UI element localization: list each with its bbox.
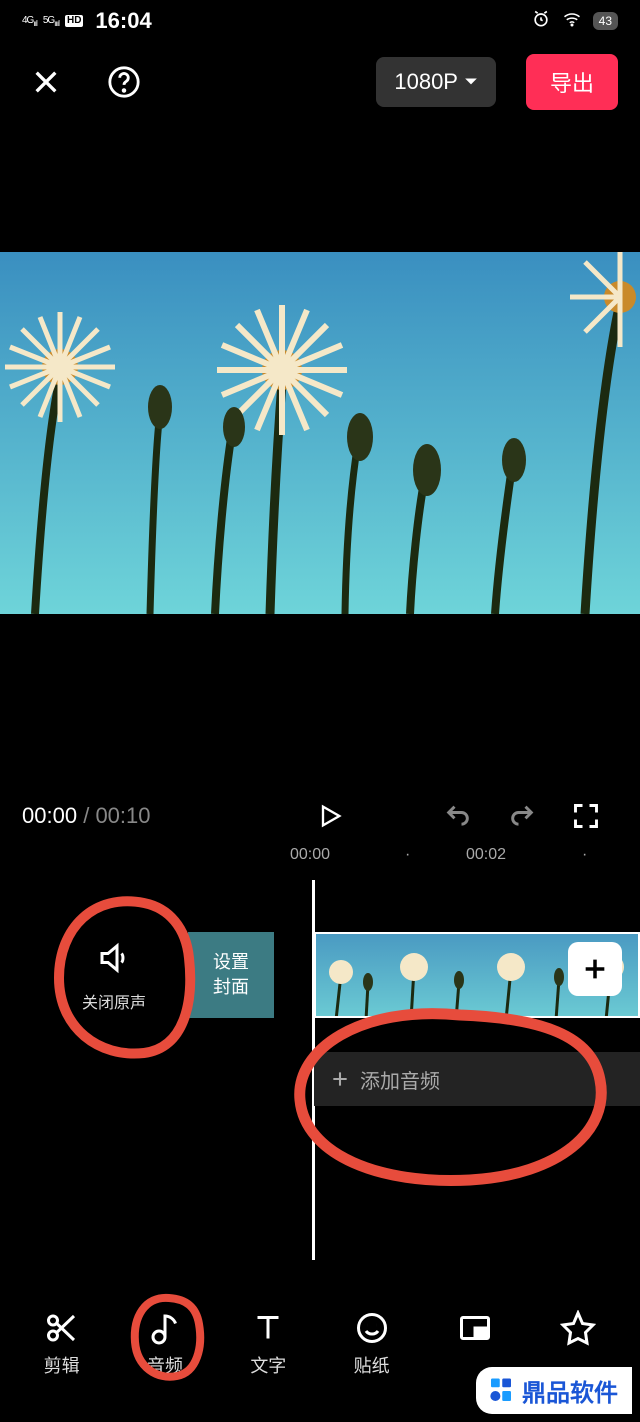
mute-original-sound-button[interactable]: 关闭原声 (74, 940, 154, 1013)
chevron-down-icon (464, 77, 478, 87)
alarm-icon (531, 9, 551, 34)
set-cover-button[interactable]: 设置 封面 (188, 932, 274, 1018)
plus-icon (581, 955, 609, 983)
network-4g: 4Gııl (22, 15, 37, 28)
status-bar: 4Gııl 5Gıııl HD 16:04 43 (0, 0, 640, 42)
sticker-icon (354, 1310, 390, 1346)
video-preview[interactable] (0, 252, 640, 614)
export-button[interactable]: 导出 (526, 54, 618, 110)
tool-audio[interactable]: 音频 (121, 1310, 209, 1378)
fullscreen-button[interactable] (560, 790, 612, 842)
hd-indicator: HD (65, 15, 83, 27)
music-note-icon (147, 1310, 183, 1346)
time-display: 00:00 / 00:10 (22, 803, 151, 829)
network-5g: 5Gıııl (43, 15, 59, 28)
total-time: 00:10 (95, 803, 150, 828)
ruler-tick: 00:00 (290, 846, 330, 864)
add-clip-button[interactable] (568, 942, 622, 996)
mute-label: 关闭原声 (74, 989, 154, 1013)
battery-indicator: 43 (593, 12, 618, 30)
text-icon (250, 1310, 286, 1346)
scissors-icon (44, 1310, 80, 1346)
add-audio-button[interactable]: 添加音频 (314, 1052, 640, 1106)
top-bar: 1080P 导出 (0, 42, 640, 122)
speaker-icon (96, 940, 132, 976)
resolution-dropdown[interactable]: 1080P (376, 57, 496, 107)
ruler-dot: · (582, 846, 587, 864)
close-button[interactable] (22, 58, 70, 106)
tool-text[interactable]: 文字 (224, 1310, 312, 1378)
undo-button[interactable] (432, 790, 484, 842)
ruler-dot: · (405, 846, 410, 864)
play-button[interactable] (304, 790, 356, 842)
clock: 16:04 (95, 8, 151, 34)
watermark: 鼎品软件 (476, 1367, 632, 1414)
help-button[interactable] (100, 58, 148, 106)
redo-button[interactable] (496, 790, 548, 842)
logo-icon (486, 1376, 516, 1406)
star-icon (560, 1310, 596, 1346)
timeline[interactable]: 关闭原声 设置 封面 添加音频 (0, 880, 640, 1260)
tool-sticker[interactable]: 贴纸 (328, 1310, 416, 1378)
timeline-ruler[interactable]: 00:00 · 00:02 · (0, 840, 640, 870)
add-audio-label: 添加音频 (360, 1065, 440, 1094)
tool-effect[interactable] (534, 1310, 622, 1352)
tool-pip[interactable] (431, 1310, 519, 1352)
plus-icon (330, 1069, 350, 1089)
wifi-icon (561, 10, 583, 33)
playback-controls: 00:00 / 00:10 (0, 790, 640, 842)
current-time: 00:00 (22, 803, 77, 828)
picture-in-picture-icon (457, 1310, 493, 1346)
tool-edit[interactable]: 剪辑 (18, 1310, 106, 1378)
ruler-tick: 00:02 (466, 846, 506, 864)
